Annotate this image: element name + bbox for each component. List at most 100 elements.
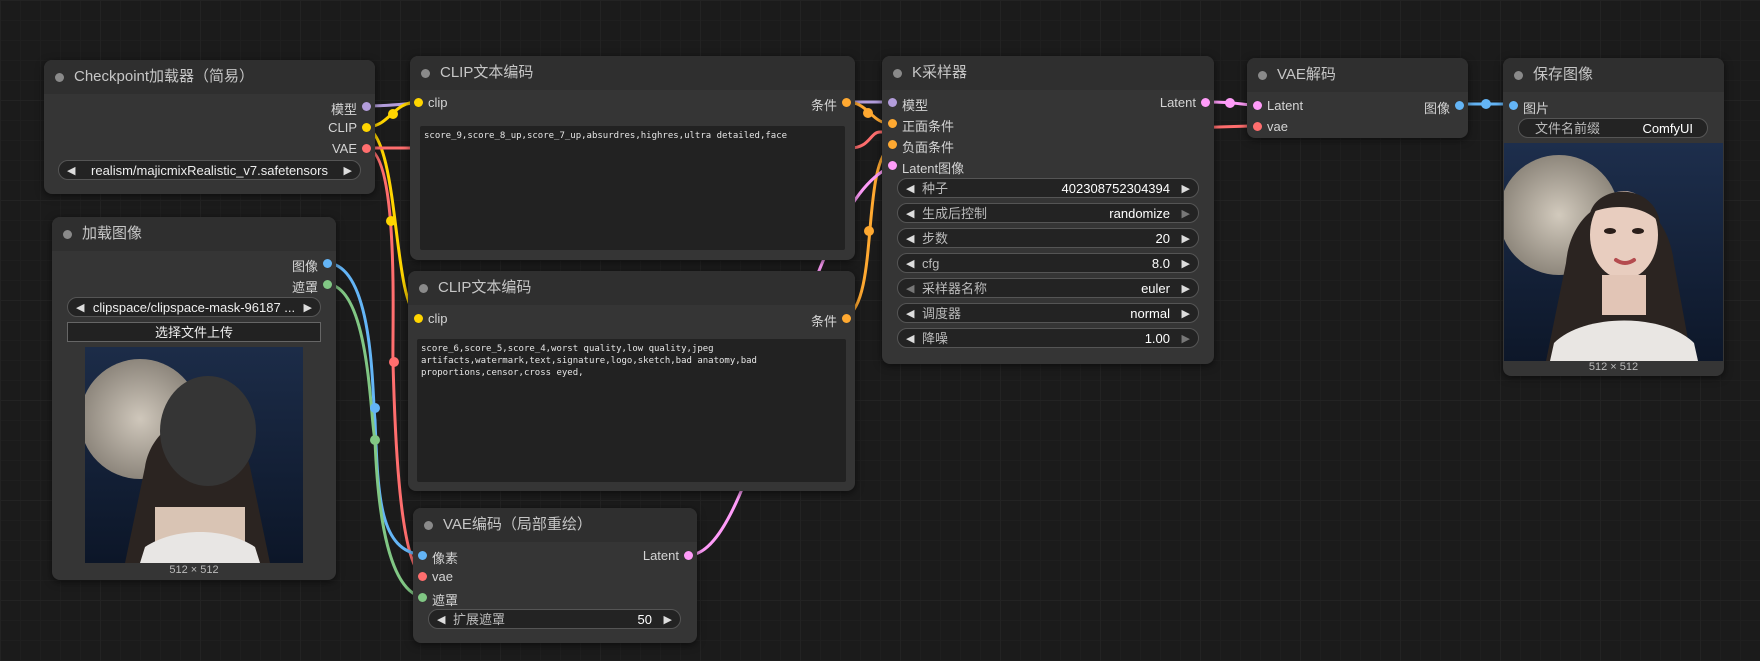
- denoise-widget[interactable]: ◀ 降噪 1.00 ▶: [897, 328, 1199, 348]
- input-clip[interactable]: clip: [414, 95, 448, 110]
- arrow-right-icon[interactable]: ▶: [1182, 179, 1190, 199]
- output-dot[interactable]: [323, 280, 332, 289]
- arrow-right-icon[interactable]: ▶: [1182, 204, 1190, 224]
- grow-mask-widget[interactable]: ◀ 扩展遮罩 50 ▶: [428, 609, 681, 629]
- node-vae-decode[interactable]: VAE解码 Latent vae 图像: [1247, 58, 1468, 138]
- input-latent-image[interactable]: Latent图像: [888, 158, 964, 177]
- arrow-left-icon[interactable]: ◀: [906, 204, 914, 224]
- output-latent[interactable]: Latent: [1160, 95, 1210, 110]
- arrow-left-icon[interactable]: ◀: [906, 329, 914, 349]
- input-vae[interactable]: vae: [418, 569, 453, 584]
- output-dot[interactable]: [362, 102, 371, 111]
- output-dot[interactable]: [1201, 98, 1210, 107]
- input-dot[interactable]: [1509, 101, 1518, 110]
- output-conditioning[interactable]: 条件: [811, 311, 851, 330]
- input-mask[interactable]: 遮罩: [418, 590, 458, 609]
- arrow-left-icon[interactable]: ◀: [906, 254, 914, 274]
- input-pixels[interactable]: 像素: [418, 548, 458, 567]
- collapse-dot[interactable]: [893, 69, 902, 78]
- arrow-right-icon[interactable]: ▶: [304, 298, 312, 318]
- collapse-dot[interactable]: [1514, 71, 1523, 80]
- input-dot[interactable]: [418, 593, 427, 602]
- input-dot[interactable]: [888, 98, 897, 107]
- control-after-generate-widget[interactable]: ◀ 生成后控制 randomize ▶: [897, 203, 1199, 223]
- input-model[interactable]: 模型: [888, 95, 928, 114]
- collapse-dot[interactable]: [63, 230, 72, 239]
- input-dot[interactable]: [414, 98, 423, 107]
- image-combo[interactable]: ◀ clipspace/clipspace-mask-96187 ... ▶: [67, 297, 321, 317]
- arrow-right-icon[interactable]: ▶: [1182, 279, 1190, 299]
- input-dot[interactable]: [888, 140, 897, 149]
- output-model[interactable]: 模型: [331, 99, 371, 118]
- node-title[interactable]: 保存图像: [1503, 58, 1724, 92]
- output-mask[interactable]: 遮罩: [292, 277, 332, 296]
- input-dot[interactable]: [888, 119, 897, 128]
- arrow-right-icon[interactable]: ▶: [344, 161, 352, 181]
- cfg-widget[interactable]: ◀ cfg 8.0 ▶: [897, 253, 1199, 273]
- input-dot[interactable]: [418, 572, 427, 581]
- node-vae-encode-inpaint[interactable]: VAE编码（局部重绘） 像素 vae 遮罩 Latent ◀ 扩展遮罩 50 ▶: [413, 508, 697, 643]
- arrow-right-icon[interactable]: ▶: [1182, 304, 1190, 324]
- upload-button[interactable]: 选择文件上传: [67, 322, 321, 342]
- input-clip[interactable]: clip: [414, 311, 448, 326]
- node-title[interactable]: VAE编码（局部重绘）: [413, 508, 697, 542]
- input-latent[interactable]: Latent: [1253, 98, 1303, 113]
- input-negative[interactable]: 负面条件: [888, 137, 954, 156]
- collapse-dot[interactable]: [1258, 71, 1267, 80]
- ckpt-name-combo[interactable]: ◀ realism/majicmixRealistic_v7.safetenso…: [58, 160, 361, 180]
- input-dot[interactable]: [418, 551, 427, 560]
- node-save-image[interactable]: 保存图像 图片 文件名前缀 ComfyUI 512 × 512: [1503, 58, 1724, 376]
- output-dot[interactable]: [362, 123, 371, 132]
- scheduler-widget[interactable]: ◀ 调度器 normal ▶: [897, 303, 1199, 323]
- sampler-name-widget[interactable]: ◀ 采样器名称 euler ▶: [897, 278, 1199, 298]
- output-dot[interactable]: [323, 259, 332, 268]
- arrow-right-icon[interactable]: ▶: [1182, 329, 1190, 349]
- input-dot[interactable]: [1253, 122, 1262, 131]
- output-image[interactable]: 图像: [292, 256, 332, 275]
- node-checkpoint-loader[interactable]: Checkpoint加载器（简易） 模型 CLIP VAE ◀ realism/…: [44, 60, 375, 194]
- node-clip-text-encode-negative[interactable]: CLIP文本编码 clip 条件 score_6,score_5,score_4…: [408, 271, 855, 491]
- output-dot[interactable]: [842, 98, 851, 107]
- output-vae[interactable]: VAE: [332, 141, 371, 156]
- node-clip-text-encode-positive[interactable]: CLIP文本编码 clip 条件 score_9,score_8_up,scor…: [410, 56, 855, 260]
- prompt-textarea[interactable]: score_9,score_8_up,score_7_up,absurdres,…: [420, 126, 845, 250]
- input-dot[interactable]: [1253, 101, 1262, 110]
- input-dot[interactable]: [888, 161, 897, 170]
- node-load-image[interactable]: 加载图像 图像 遮罩 ◀ clipspace/clipspace-mask-96…: [52, 217, 336, 580]
- output-latent[interactable]: Latent: [643, 548, 693, 563]
- input-vae[interactable]: vae: [1253, 119, 1288, 134]
- filename-prefix-widget[interactable]: 文件名前缀 ComfyUI: [1518, 118, 1708, 138]
- input-dot[interactable]: [414, 314, 423, 323]
- collapse-dot[interactable]: [424, 521, 433, 530]
- arrow-left-icon[interactable]: ◀: [906, 179, 914, 199]
- arrow-left-icon[interactable]: ◀: [437, 610, 445, 630]
- arrow-left-icon[interactable]: ◀: [906, 279, 914, 299]
- arrow-left-icon[interactable]: ◀: [906, 304, 914, 324]
- arrow-right-icon[interactable]: ▶: [1182, 254, 1190, 274]
- prompt-textarea[interactable]: score_6,score_5,score_4,worst quality,lo…: [417, 339, 846, 482]
- node-title[interactable]: VAE解码: [1247, 58, 1468, 92]
- output-dot[interactable]: [362, 144, 371, 153]
- node-title[interactable]: K采样器: [882, 56, 1214, 90]
- node-title[interactable]: CLIP文本编码: [408, 271, 855, 305]
- arrow-left-icon[interactable]: ◀: [906, 229, 914, 249]
- collapse-dot[interactable]: [55, 73, 64, 82]
- output-image[interactable]: 图像: [1424, 98, 1464, 117]
- output-dot[interactable]: [842, 314, 851, 323]
- node-title[interactable]: Checkpoint加载器（简易）: [44, 60, 375, 94]
- arrow-right-icon[interactable]: ▶: [1182, 229, 1190, 249]
- output-dot[interactable]: [1455, 101, 1464, 110]
- seed-widget[interactable]: ◀ 种子 402308752304394 ▶: [897, 178, 1199, 198]
- input-positive[interactable]: 正面条件: [888, 116, 954, 135]
- collapse-dot[interactable]: [419, 284, 428, 293]
- output-dot[interactable]: [684, 551, 693, 560]
- output-conditioning[interactable]: 条件: [811, 95, 851, 114]
- output-clip[interactable]: CLIP: [328, 120, 371, 135]
- input-images[interactable]: 图片: [1509, 98, 1549, 117]
- node-title[interactable]: CLIP文本编码: [410, 56, 855, 90]
- node-title[interactable]: 加载图像: [52, 217, 336, 251]
- steps-widget[interactable]: ◀ 步数 20 ▶: [897, 228, 1199, 248]
- arrow-right-icon[interactable]: ▶: [664, 610, 672, 630]
- collapse-dot[interactable]: [421, 69, 430, 78]
- node-ksampler[interactable]: K采样器 模型 正面条件 负面条件 Latent图像 Latent ◀ 种子 4…: [882, 56, 1214, 364]
